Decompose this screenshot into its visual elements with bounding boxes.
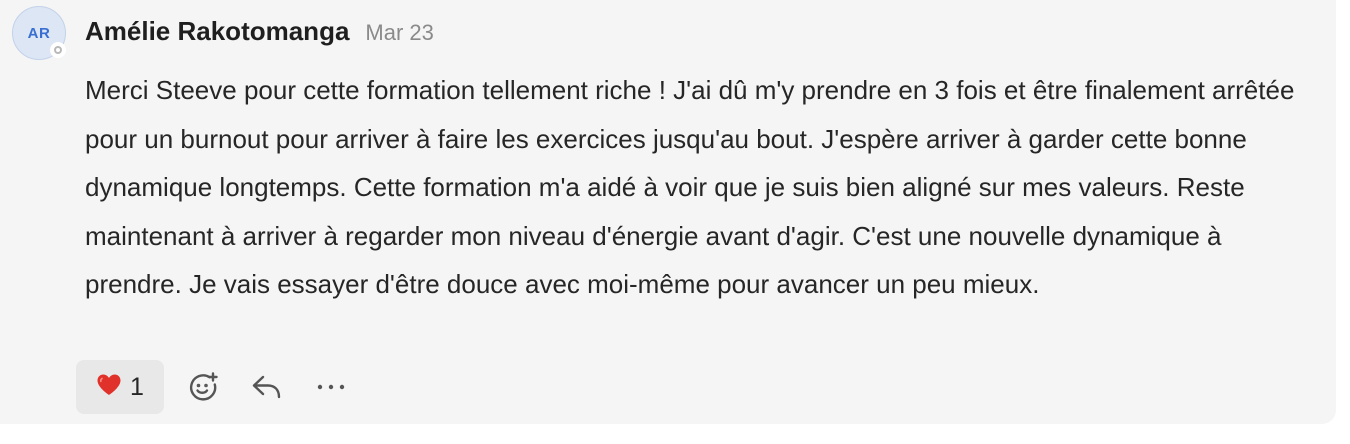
- heart-icon: [96, 373, 122, 402]
- comment-actions: 1: [76, 360, 356, 414]
- avatar-initials: AR: [27, 24, 51, 42]
- avatar-container[interactable]: AR: [12, 6, 66, 60]
- comment-body: Merci Steeve pour cette formation tellem…: [85, 75, 1295, 299]
- heart-reaction-button[interactable]: 1: [76, 360, 164, 414]
- comment-header: Amélie Rakotomanga Mar 23: [85, 16, 434, 47]
- reply-button[interactable]: [242, 362, 292, 412]
- reply-icon: [251, 373, 283, 401]
- emoji-add-icon: [187, 371, 219, 403]
- more-horizontal-icon: [316, 383, 346, 391]
- comment-card: AR Amélie Rakotomanga Mar 23 Merci Steev…: [0, 0, 1336, 424]
- more-options-button[interactable]: [306, 362, 356, 412]
- add-reaction-button[interactable]: [178, 362, 228, 412]
- presence-status-icon: [50, 42, 66, 58]
- reaction-count: 1: [130, 372, 144, 401]
- author-name[interactable]: Amélie Rakotomanga: [85, 16, 349, 47]
- post-date[interactable]: Mar 23: [365, 20, 433, 46]
